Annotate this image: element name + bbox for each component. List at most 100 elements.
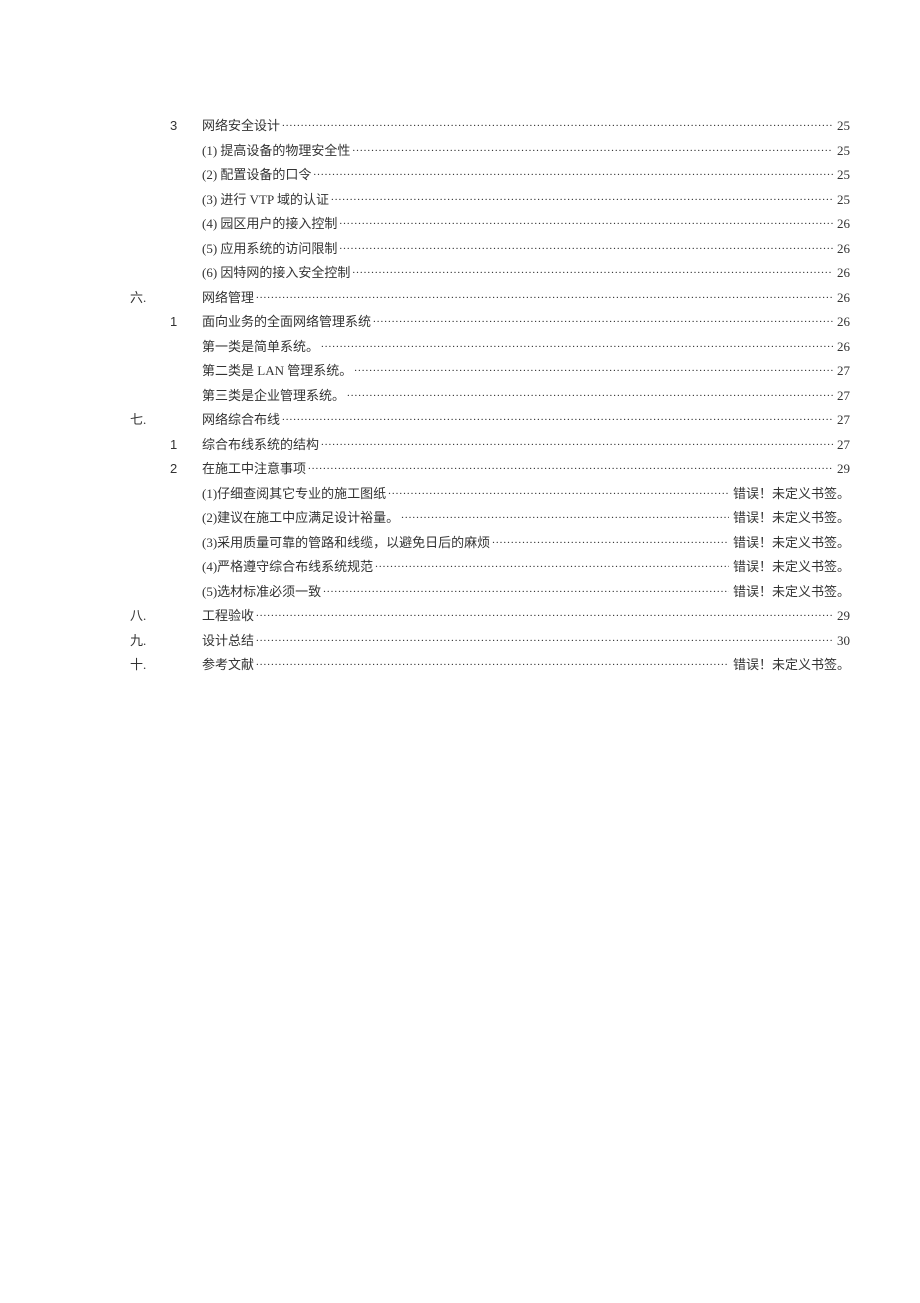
toc-row: (6) 因特网的接入安全控制 26 (130, 262, 850, 287)
toc-row: (4)严格遵守综合布线系统规范 错误！未定义书签。 (130, 556, 850, 581)
toc-leader-dots (375, 557, 729, 571)
toc-row: (1) 提高设备的物理安全性 25 (130, 140, 850, 165)
toc-row: (2)建议在施工中应满足设计裕量。 错误！未定义书签。 (130, 507, 850, 532)
toc-title: (2)建议在施工中应满足设计裕量。 (202, 507, 399, 526)
toc-page-number: 26 (835, 314, 850, 330)
toc-page-number: 30 (835, 633, 850, 649)
toc-leader-dots (282, 116, 833, 130)
toc-page-number: 错误！未定义书签。 (731, 581, 850, 600)
toc-row: (2) 配置设备的口令 25 (130, 164, 850, 189)
toc-page-number: 27 (835, 388, 850, 404)
toc-title: 第二类是 LAN 管理系统。 (202, 360, 352, 379)
toc-leader-dots (313, 165, 833, 179)
toc-subsection-number: 1 (170, 314, 202, 329)
toc-leader-dots (256, 288, 833, 302)
toc-row: 七.网络综合布线27 (130, 409, 850, 434)
toc-title: 网络综合布线 (202, 409, 280, 428)
toc-leader-dots (323, 582, 729, 596)
toc-leader-dots (321, 337, 833, 351)
toc-title: 网络安全设计 (202, 115, 280, 134)
toc-page-number: 26 (835, 339, 850, 355)
toc-title: (2) 配置设备的口令 (202, 164, 311, 183)
toc-section-number: 八. (130, 605, 170, 624)
toc-page-number: 错误！未定义书签。 (731, 654, 850, 673)
toc-row: (5) 应用系统的访问限制 26 (130, 238, 850, 263)
toc-title: 在施工中注意事项 (202, 458, 306, 477)
toc-subsection-number: 3 (170, 118, 202, 133)
toc-title: 综合布线系统的结构 (202, 434, 319, 453)
toc-page-number: 26 (835, 265, 850, 281)
toc-leader-dots (256, 655, 729, 669)
toc-leader-dots (352, 141, 833, 155)
toc-page-number: 29 (835, 461, 850, 477)
toc-leader-dots (354, 361, 833, 375)
toc-row: (5)选材标准必须一致 错误！未定义书签。 (130, 581, 850, 606)
toc-page-number: 27 (835, 363, 850, 379)
toc-row: 1综合布线系统的结构 27 (130, 434, 850, 459)
toc-title: (5) 应用系统的访问限制 (202, 238, 337, 257)
toc-title: (5)选材标准必须一致 (202, 581, 321, 600)
toc-leader-dots (321, 435, 833, 449)
toc-title: (1) 提高设备的物理安全性 (202, 140, 350, 159)
toc-row: 六. 网络管理 26 (130, 287, 850, 312)
toc-section-number: 九. (130, 630, 170, 649)
toc-leader-dots (401, 508, 729, 522)
toc-page-number: 错误！未定义书签。 (731, 507, 850, 526)
toc-row: 第二类是 LAN 管理系统。 27 (130, 360, 850, 385)
toc-leader-dots (308, 459, 833, 473)
toc-leader-dots (492, 533, 729, 547)
toc-page-number: 错误！未定义书签。 (731, 532, 850, 551)
toc-page-number: 错误！未定义书签。 (731, 483, 850, 502)
toc-row: (3) 进行 VTP 域的认证25 (130, 189, 850, 214)
toc-leader-dots (339, 239, 833, 253)
toc-page-number: 27 (835, 437, 850, 453)
toc-row: 九. 设计总结 30 (130, 630, 850, 655)
toc-row: 十. 参考文献 错误！未定义书签。 (130, 654, 850, 679)
toc-title: 面向业务的全面网络管理系统 (202, 311, 371, 330)
toc-page-number: 26 (835, 216, 850, 232)
toc-leader-dots (373, 312, 833, 326)
toc-title: 参考文献 (202, 654, 254, 673)
toc-title: (4) 园区用户的接入控制 (202, 213, 337, 232)
toc-row: (4) 园区用户的接入控制 26 (130, 213, 850, 238)
toc-section-number: 六. (130, 287, 170, 306)
toc-page-number: 25 (835, 167, 850, 183)
toc-leader-dots (339, 214, 833, 228)
toc-page-number: 26 (835, 241, 850, 257)
toc-leader-dots (256, 606, 833, 620)
toc-title: (4)严格遵守综合布线系统规范 (202, 556, 373, 575)
toc-section-number: 七. (130, 409, 170, 428)
toc-row: 2在施工中注意事项 29 (130, 458, 850, 483)
toc-leader-dots (347, 386, 833, 400)
toc-title: (3)采用质量可靠的管路和线缆，以避免日后的麻烦 (202, 532, 490, 551)
toc-page-number: 29 (835, 608, 850, 624)
toc-subsection-number: 1 (170, 437, 202, 452)
toc-page-number: 26 (835, 290, 850, 306)
toc-row: (3)采用质量可靠的管路和线缆，以避免日后的麻烦 错误！未定义书签。 (130, 532, 850, 557)
toc-title: (3) 进行 VTP 域的认证 (202, 189, 329, 208)
toc-section-number: 十. (130, 654, 170, 673)
toc-row: 3网络安全设计 25 (130, 115, 850, 140)
toc-page-number: 错误！未定义书签。 (731, 556, 850, 575)
toc-page-number: 25 (835, 118, 850, 134)
toc-page-number: 25 (835, 143, 850, 159)
toc-row: 第一类是简单系统。 26 (130, 336, 850, 361)
toc-leader-dots (256, 631, 833, 645)
toc-title: 设计总结 (202, 630, 254, 649)
toc-title: (1)仔细查阅其它专业的施工图纸 (202, 483, 386, 502)
toc-leader-dots (331, 190, 833, 204)
toc-leader-dots (388, 484, 729, 498)
toc-title: 网络管理 (202, 287, 254, 306)
toc-leader-dots (282, 410, 833, 424)
toc-row: 第三类是企业管理系统。 27 (130, 385, 850, 410)
toc-title: 第一类是简单系统。 (202, 336, 319, 355)
toc-row: 八. 工程验收 29 (130, 605, 850, 630)
toc-title: (6) 因特网的接入安全控制 (202, 262, 350, 281)
toc-title: 工程验收 (202, 605, 254, 624)
toc-title: 第三类是企业管理系统。 (202, 385, 345, 404)
toc-row: 1面向业务的全面网络管理系统 26 (130, 311, 850, 336)
toc-content: 3网络安全设计 25 (1) 提高设备的物理安全性 25 (2) 配置设备的口令 25 (3… (130, 115, 850, 679)
toc-row: (1)仔细查阅其它专业的施工图纸 错误！未定义书签。 (130, 483, 850, 508)
toc-leader-dots (352, 263, 833, 277)
toc-subsection-number: 2 (170, 461, 202, 476)
